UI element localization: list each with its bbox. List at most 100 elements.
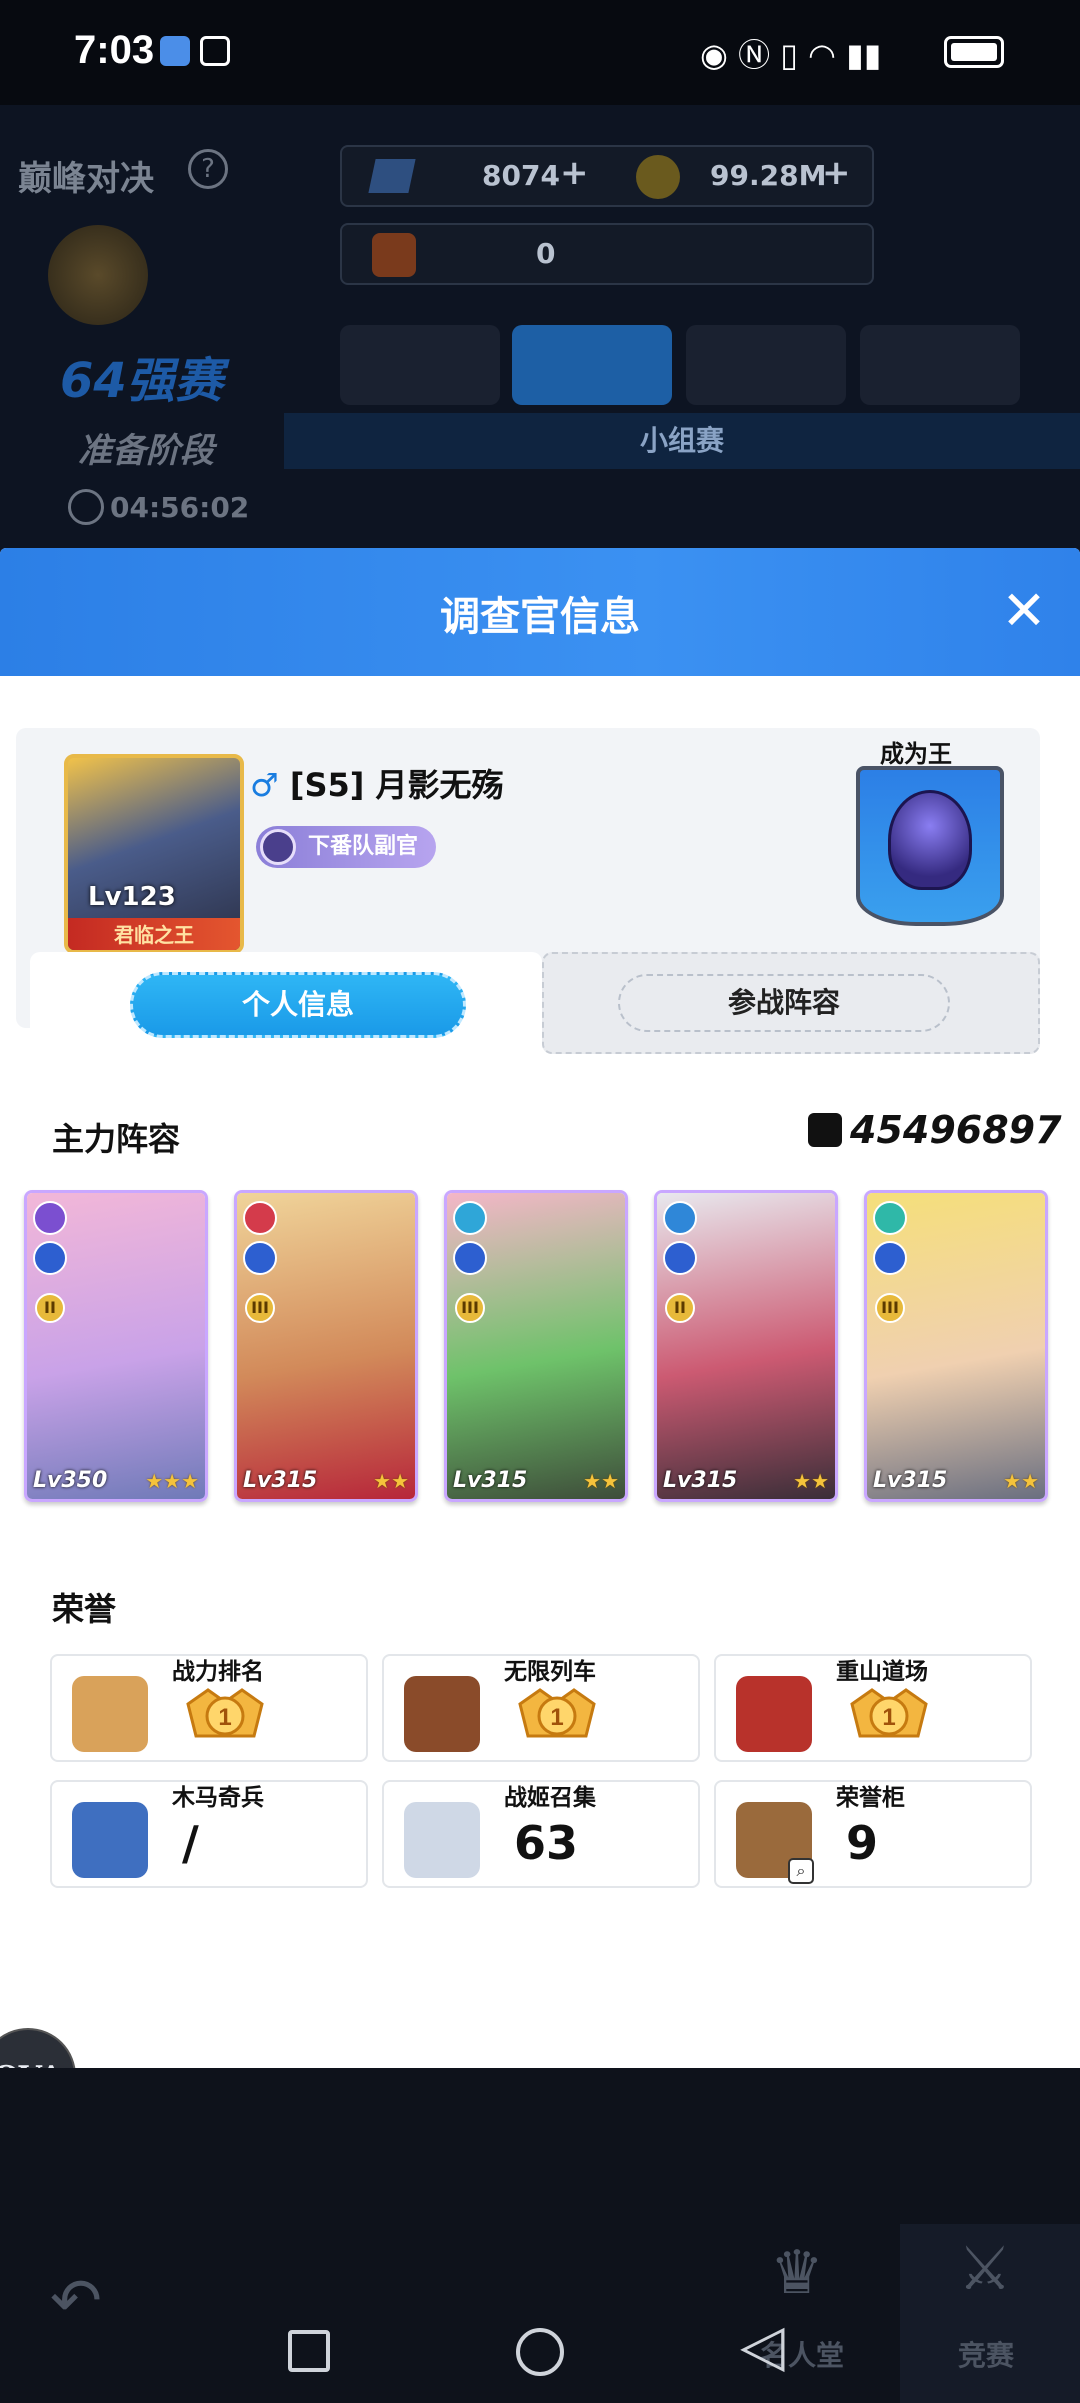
- honor-title: 荣誉: [52, 1590, 117, 1628]
- combat-power: 45496897: [808, 1108, 1062, 1152]
- role-icon: [33, 1241, 67, 1275]
- help-icon[interactable]: ?: [188, 149, 228, 189]
- magnifier-icon[interactable]: ⌕: [788, 1858, 814, 1884]
- avatar-title: 君临之王: [68, 918, 240, 950]
- mode-title: 巅峰对决: [18, 159, 154, 199]
- status-icons: ◉ Ⓝ ▯ ◠ ▮▮: [700, 36, 882, 74]
- svg-text:1: 1: [882, 1704, 895, 1731]
- hero-level: Lv350: [33, 1468, 108, 1493]
- throne-label: 成为王: [880, 740, 952, 768]
- tier-badge: III: [875, 1293, 905, 1323]
- hero-portrait: [27, 1193, 205, 1499]
- tier-badge: II: [35, 1293, 65, 1323]
- train-icon: [404, 1676, 480, 1752]
- clock-icon: [68, 489, 104, 525]
- honor-label: 荣誉柜: [836, 1785, 905, 1811]
- element-icon: [243, 1201, 277, 1235]
- honor-power-ranking[interactable]: 战力排名 1: [50, 1654, 368, 1762]
- info-tabs: 个人信息 参战阵容: [30, 952, 1040, 1054]
- role-icon: [663, 1241, 697, 1275]
- tier-badge: II: [665, 1293, 695, 1323]
- male-icon: ♂: [250, 766, 279, 804]
- honor-label: 战姬召集: [504, 1785, 596, 1811]
- gold-medal-icon: 1: [512, 1684, 602, 1750]
- ticket-bar: 0: [340, 223, 874, 285]
- gem-count: 8074: [482, 159, 560, 192]
- player-name-row: ♂ [S5] 月影无殇: [250, 760, 504, 806]
- hero-portrait: [867, 1193, 1045, 1499]
- add-coin-button[interactable]: +: [822, 153, 851, 193]
- throne-emblem[interactable]: [856, 766, 1004, 926]
- honor-label: 战力排名: [172, 1659, 264, 1685]
- gem-icon: [368, 159, 416, 193]
- rank-crest-icon: [48, 225, 148, 325]
- honor-mountain-dojo[interactable]: 重山道场 1: [714, 1654, 1032, 1762]
- tab-battle-lineup[interactable]: 参战阵容: [542, 952, 1040, 1054]
- hero-level: Lv315: [453, 1468, 528, 1493]
- element-icon: [33, 1201, 67, 1235]
- element-icon: [663, 1201, 697, 1235]
- hero-card-3[interactable]: III Lv315 ★★: [444, 1190, 628, 1502]
- hero-portrait: [657, 1193, 835, 1499]
- tier-badge: III: [455, 1293, 485, 1323]
- ticket-count: 0: [536, 237, 556, 270]
- hero-stars: ★★: [373, 1469, 409, 1493]
- svg-text:1: 1: [218, 1704, 231, 1731]
- player-name: [S5] 月影无殇: [289, 766, 504, 804]
- tab-lineup-label: 参战阵容: [618, 974, 950, 1032]
- role-icon: [873, 1241, 907, 1275]
- game-background: 巅峰对决 ? 64强赛 准备阶段 04:56:02 8074 + 99.28M …: [0, 105, 1080, 550]
- close-icon[interactable]: ✕: [996, 584, 1052, 640]
- honor-value: /: [182, 1816, 199, 1870]
- investigator-info-modal: 调查官信息 ✕ Lv123 君临之王 ♂ [S5] 月影无殇 下番队副官 成为王…: [0, 548, 1080, 2068]
- honor-label: 木马奇兵: [172, 1785, 264, 1811]
- rank-badge-label: 下番队副官: [308, 834, 419, 859]
- honor-value: 9: [846, 1816, 879, 1870]
- gold-medal-icon: 1: [844, 1684, 934, 1750]
- element-icon: [453, 1201, 487, 1235]
- rank-emblem-icon: [260, 829, 296, 865]
- hero-level: Lv315: [243, 1468, 318, 1493]
- modal-title: 调查官信息: [440, 594, 640, 640]
- hero-portrait: [447, 1193, 625, 1499]
- coin-count: 99.28M: [710, 159, 827, 192]
- hand-icon: [200, 36, 230, 66]
- honor-infinite-train[interactable]: 无限列车 1: [382, 1654, 700, 1762]
- tab-portrait-icon[interactable]: [860, 325, 1020, 405]
- hero-card-2[interactable]: III Lv315 ★★: [234, 1190, 418, 1502]
- tab-bracket-icon[interactable]: [512, 325, 672, 405]
- tab-quiz-icon[interactable]: [340, 325, 500, 405]
- recents-icon[interactable]: [288, 2330, 330, 2372]
- hero-card-4[interactable]: II Lv315 ★★: [654, 1190, 838, 1502]
- status-bar: 7:03 ◉ Ⓝ ▯ ◠ ▮▮: [0, 0, 1080, 105]
- battery-icon: [944, 36, 1004, 68]
- app-notification-icon: [160, 36, 190, 66]
- drum-icon: [736, 1676, 812, 1752]
- figure-icon: [404, 1802, 480, 1878]
- gold-medal-icon: 1: [180, 1684, 270, 1750]
- rank-badge: 下番队副官: [256, 826, 437, 868]
- group-label: 小组赛: [639, 424, 724, 457]
- hero-card-1[interactable]: II Lv350 ★★★: [24, 1190, 208, 1502]
- element-icon: [873, 1201, 907, 1235]
- avatar[interactable]: Lv123 君临之王: [64, 754, 244, 954]
- modal-header: 调查官信息 ✕: [0, 548, 1080, 676]
- honor-label: 重山道场: [836, 1659, 928, 1685]
- group-stage-bar: 小组赛: [284, 413, 1080, 469]
- tab-personal-label: 个人信息: [130, 972, 466, 1038]
- countdown: 04:56:02: [110, 491, 250, 524]
- back-icon[interactable]: ◁: [740, 2316, 785, 2374]
- honor-heroine-summon[interactable]: 战姬召集 63: [382, 1780, 700, 1888]
- hero-stars: ★★: [793, 1469, 829, 1493]
- currency-bar: 8074 + 99.28M +: [340, 145, 874, 207]
- hero-card-5[interactable]: III Lv315 ★★: [864, 1190, 1048, 1502]
- honor-trojan-soldier[interactable]: 木马奇兵 /: [50, 1780, 368, 1888]
- honor-trophy-cabinet[interactable]: ⌕ 荣誉柜 9: [714, 1780, 1032, 1888]
- add-gem-button[interactable]: +: [560, 153, 589, 193]
- svg-text:1: 1: [550, 1704, 563, 1731]
- tab-personal-info[interactable]: 个人信息: [30, 952, 542, 1054]
- home-icon[interactable]: [516, 2328, 564, 2376]
- stage-title: 64强赛: [60, 353, 223, 409]
- tab-shield-icon[interactable]: [686, 325, 846, 405]
- hero-stars: ★★: [583, 1469, 619, 1493]
